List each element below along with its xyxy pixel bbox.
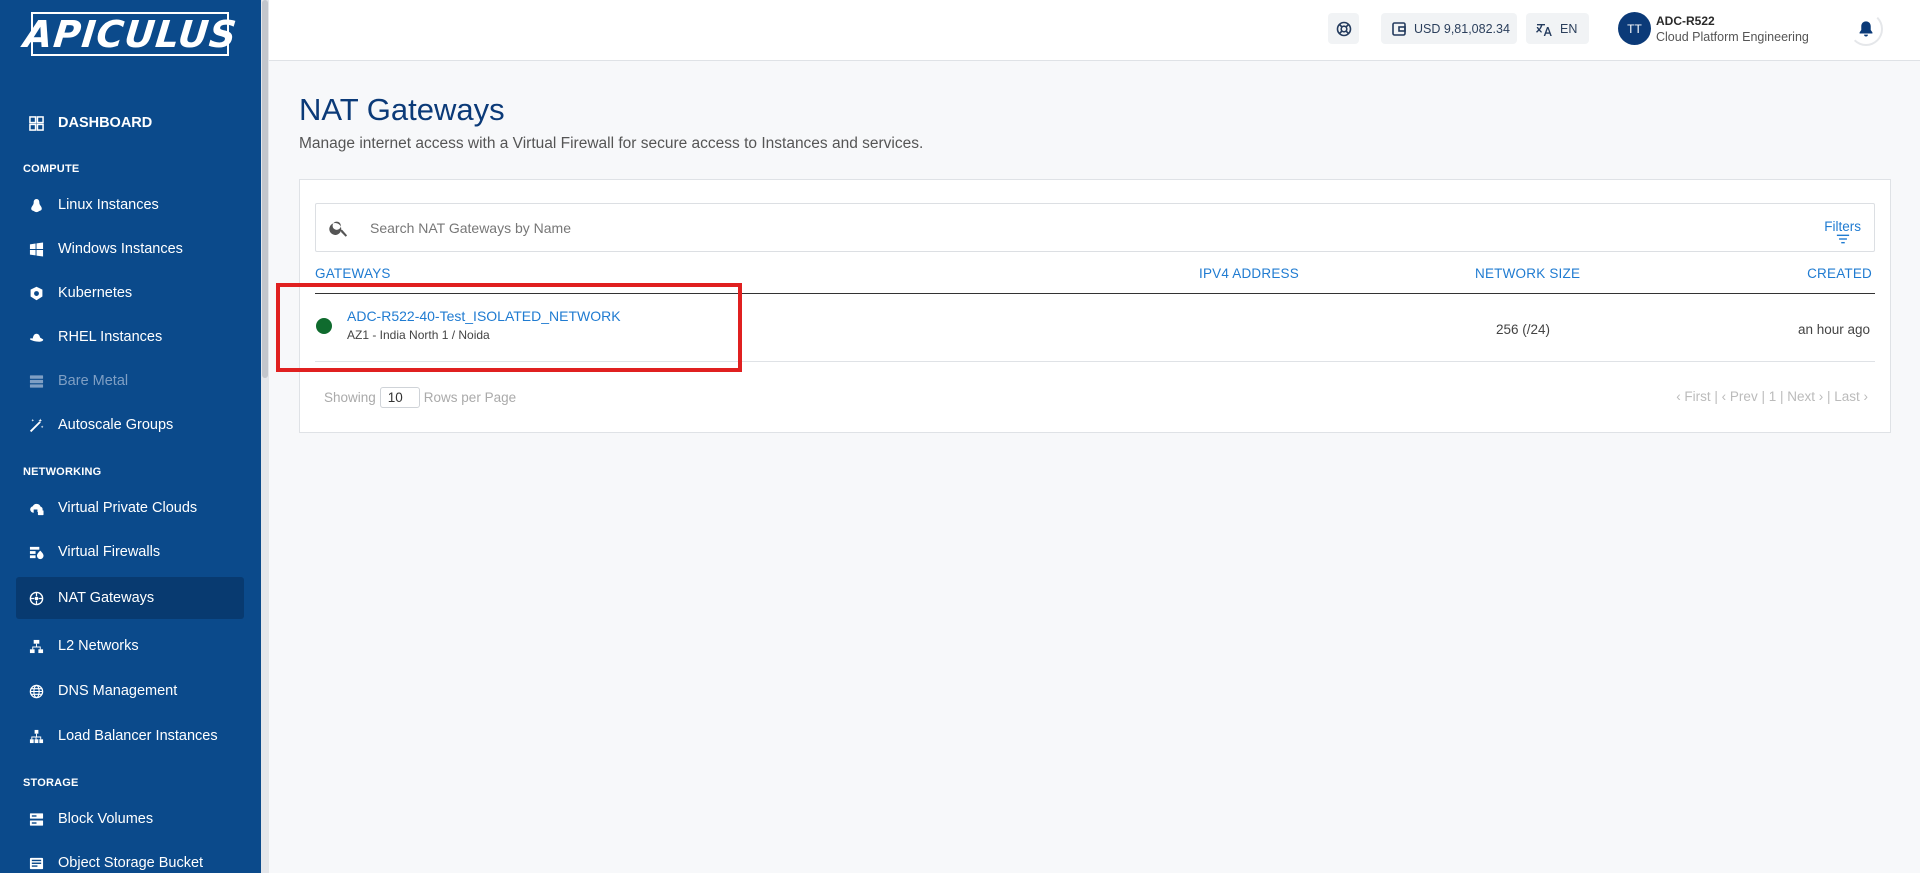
sidebar-item-dashboard[interactable]: DASHBOARD: [16, 102, 244, 144]
filters-button[interactable]: Filters: [1824, 219, 1861, 244]
column-header-created[interactable]: CREATED: [1807, 266, 1872, 281]
page-title: NAT Gateways: [299, 92, 505, 127]
windows-icon: [28, 241, 44, 257]
sidebar-scrollbar-thumb[interactable]: [262, 0, 268, 378]
wallet-icon: [1391, 21, 1407, 37]
notifications-button[interactable]: [1849, 12, 1883, 46]
user-avatar[interactable]: TT: [1618, 12, 1651, 45]
sidebar-item-label: Object Storage Bucket: [58, 855, 204, 871]
nat-gateway-icon: [28, 590, 44, 606]
sidebar-scrollbar[interactable]: [261, 0, 269, 873]
rows-per-page-input[interactable]: 10: [379, 387, 420, 408]
sidebar-item-virtual-private-clouds[interactable]: Virtual Private Clouds: [16, 487, 244, 529]
globe-icon: [28, 683, 44, 699]
sidebar-item-linux-instances[interactable]: Linux Instances: [16, 184, 244, 226]
search-input[interactable]: [370, 216, 1670, 240]
showing-label: Showing: [324, 390, 376, 405]
sidebar-item-block-volumes[interactable]: Block Volumes: [16, 798, 244, 840]
section-label-storage: STORAGE: [23, 777, 79, 789]
column-header-gateways[interactable]: GATEWAYS: [315, 266, 391, 281]
magic-wand-icon: [28, 417, 44, 433]
sidebar-item-load-balancer-instances[interactable]: Load Balancer Instances: [16, 715, 244, 757]
sidebar-item-label: Bare Metal: [58, 373, 129, 389]
sidebar-item-label: L2 Networks: [58, 638, 139, 654]
sidebar-item-rhel-instances[interactable]: RHEL Instances: [16, 316, 244, 358]
load-balancer-icon: [28, 728, 44, 744]
sidebar-item-label: Load Balancer Instances: [58, 728, 218, 744]
redhat-icon: [28, 329, 44, 345]
sidebar-item-virtual-firewalls[interactable]: Virtual Firewalls: [16, 531, 244, 573]
sidebar-item-bare-metal[interactable]: Bare Metal: [16, 360, 244, 402]
cloud-lock-icon: [28, 500, 44, 516]
section-label-compute: COMPUTE: [23, 163, 80, 175]
linux-icon: [28, 197, 44, 213]
sidebar-item-label: Linux Instances: [58, 197, 159, 213]
sidebar-item-label: RHEL Instances: [58, 329, 163, 345]
user-organization: Cloud Platform Engineering: [1656, 30, 1809, 44]
sidebar-item-l2-networks[interactable]: L2 Networks: [16, 625, 244, 667]
page-subtitle: Manage internet access with a Virtual Fi…: [299, 135, 924, 152]
sidebar-item-label: DASHBOARD: [58, 115, 153, 131]
section-label-networking: NETWORKING: [23, 466, 102, 478]
network-tree-icon: [28, 638, 44, 654]
wallet-balance: USD 9,81,082.34: [1414, 21, 1510, 36]
lifebuoy-icon: [1336, 21, 1352, 37]
sidebar-item-label: DNS Management: [58, 683, 178, 699]
highlight-box: [276, 283, 742, 372]
object-storage-icon: [28, 855, 44, 871]
bell-icon: [1857, 20, 1875, 38]
support-button[interactable]: [1328, 13, 1359, 44]
sidebar-item-autoscale-groups[interactable]: Autoscale Groups: [16, 404, 244, 446]
sidebar-item-label: Kubernetes: [58, 285, 133, 301]
column-header-network-size[interactable]: NETWORK SIZE: [1475, 266, 1580, 281]
sidebar-item-label: Windows Instances: [58, 241, 183, 257]
network-size-value: 256 (/24): [1496, 322, 1551, 337]
sidebar-item-label: Virtual Private Clouds: [58, 500, 198, 516]
sidebar-item-object-storage-bucket[interactable]: Object Storage Bucket: [16, 842, 244, 873]
pagination[interactable]: ‹ First | ‹ Prev | 1 | Next › | Last ›: [1676, 389, 1868, 404]
sidebar-item-dns-management[interactable]: DNS Management: [16, 670, 244, 712]
sidebar-item-kubernetes[interactable]: Kubernetes: [16, 272, 244, 314]
rows-per-page-label: Rows per Page: [423, 390, 517, 405]
rows-per-page-control: Showing 10 Rows per Page: [324, 387, 516, 408]
sidebar: APICULUS DASHBOARD COMPUTE Linux Instanc…: [0, 0, 261, 873]
sidebar-item-nat-gateways[interactable]: NAT Gateways: [16, 577, 244, 619]
sidebar-item-label: Block Volumes: [58, 811, 154, 827]
server-icon: [28, 373, 44, 389]
translate-icon: [1536, 21, 1552, 37]
sidebar-item-label: Virtual Firewalls: [58, 544, 161, 560]
firewall-icon: [28, 544, 44, 560]
language-label: EN: [1560, 21, 1578, 36]
created-value: an hour ago: [1797, 322, 1870, 337]
apiculus-logo[interactable]: APICULUS: [21, 12, 239, 56]
column-header-ipv4-address[interactable]: IPV4 ADDRESS: [1199, 266, 1299, 281]
top-bar: USD 9,81,082.34 EN TT ADC-R522 Cloud Pla…: [269, 0, 1920, 61]
sidebar-item-windows-instances[interactable]: Windows Instances: [16, 228, 244, 270]
kubernetes-icon: [28, 285, 44, 301]
language-selector[interactable]: EN: [1526, 13, 1589, 44]
block-volume-icon: [28, 811, 44, 827]
logo-text: APICULUS: [21, 12, 239, 56]
search-bar: Filters: [315, 203, 1875, 252]
wallet-balance-button[interactable]: USD 9,81,082.34: [1381, 13, 1517, 44]
dashboard-grid-icon: [28, 115, 44, 131]
sidebar-item-label: NAT Gateways: [58, 590, 155, 606]
user-name[interactable]: ADC-R522: [1656, 14, 1715, 28]
sidebar-item-label: Autoscale Groups: [58, 417, 174, 433]
